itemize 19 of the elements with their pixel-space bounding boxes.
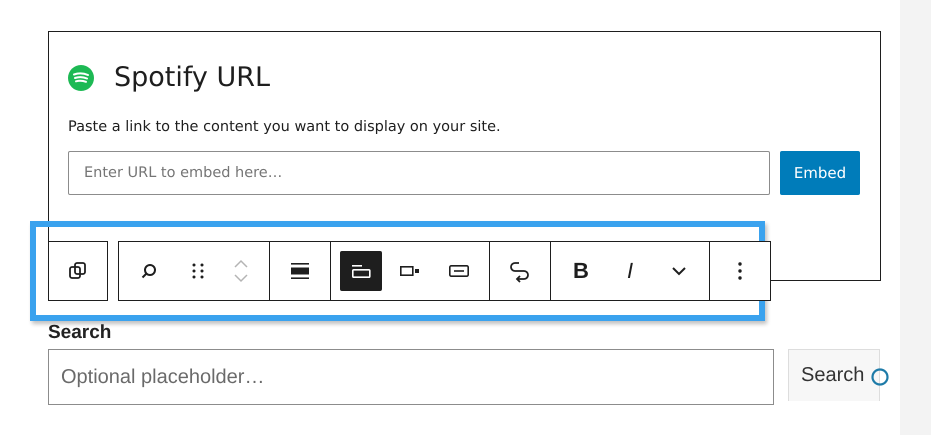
embed-instructions: Paste a link to the content you want to display on your site. bbox=[68, 119, 502, 135]
chevron-down-icon bbox=[670, 265, 688, 277]
embed-button[interactable]: Embed bbox=[780, 151, 860, 195]
copy-icon bbox=[67, 260, 89, 282]
full-width-icon bbox=[289, 260, 311, 282]
curved-arrow-icon bbox=[508, 259, 532, 283]
embed-title: Spotify URL bbox=[114, 62, 270, 93]
align-left-button[interactable] bbox=[340, 251, 382, 291]
url-input-field[interactable]: Enter URL to embed here… bbox=[68, 151, 770, 195]
search-button[interactable]: Search bbox=[788, 349, 880, 401]
drag-handle-icon bbox=[191, 261, 205, 281]
search-label: Search bbox=[48, 322, 112, 344]
spinner-icon bbox=[871, 368, 889, 386]
music-logo-icon bbox=[68, 64, 94, 90]
search-icon bbox=[139, 261, 159, 281]
more-options-icon bbox=[737, 260, 743, 282]
format-button[interactable]: B bbox=[560, 251, 602, 291]
format-button[interactable]: I bbox=[609, 251, 651, 291]
search-input-field[interactable]: Optional placeholder… bbox=[48, 349, 774, 405]
